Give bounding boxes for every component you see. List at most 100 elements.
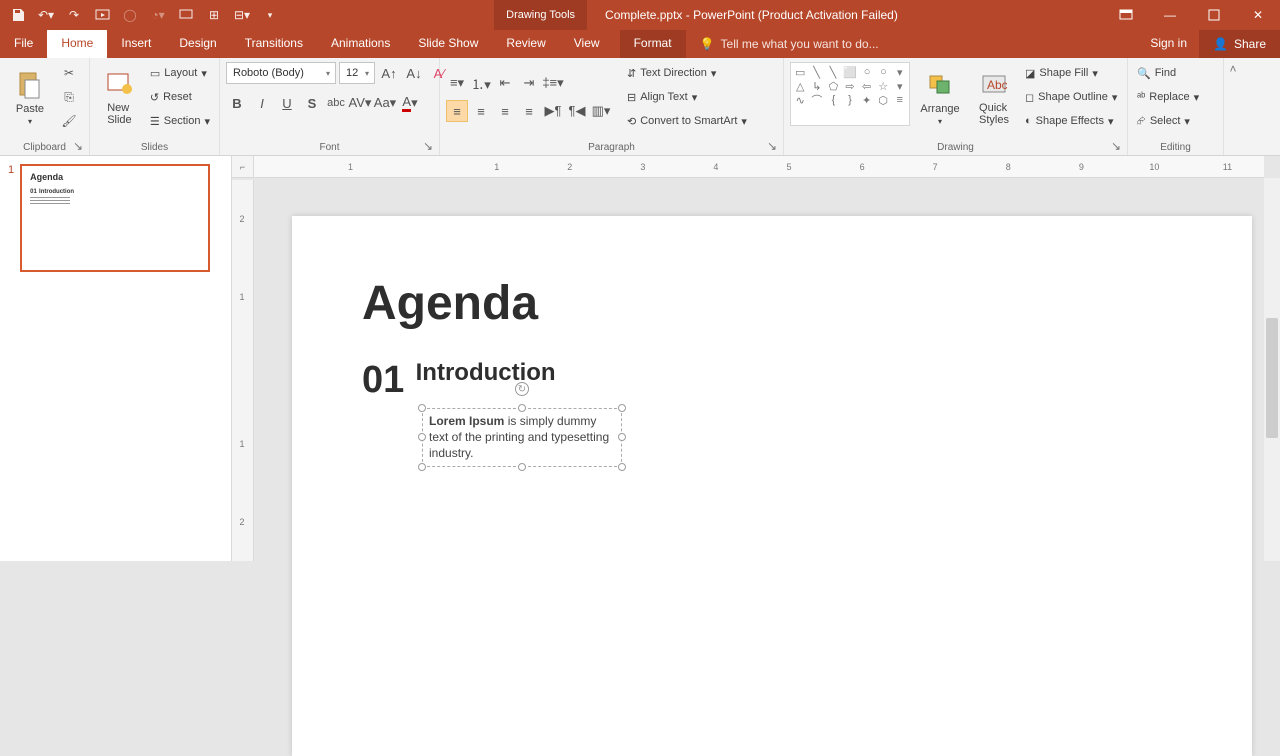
tab-design[interactable]: Design: [165, 30, 230, 58]
bullets-button[interactable]: ≡▾: [446, 72, 468, 94]
slide-canvas[interactable]: Agenda 01 Introduction ↻ Lorem Ipsum is …: [292, 216, 1252, 756]
tab-view[interactable]: View: [560, 30, 614, 58]
maximize-icon[interactable]: [1192, 0, 1236, 30]
close-icon[interactable]: ✕: [1236, 0, 1280, 30]
strikethrough-button[interactable]: abc: [326, 93, 346, 113]
shapes-gallery[interactable]: ▭╲╲⬜○○▾ △↳⬠⇨⇦☆▾ ∿⌒{}✦⬡≡: [790, 62, 910, 126]
columns-button[interactable]: ▥▾: [590, 100, 612, 122]
text-box-content[interactable]: Lorem Ipsum is simply dummy text of the …: [422, 408, 622, 467]
rotation-handle-icon[interactable]: ↻: [515, 382, 529, 396]
touch-mode-icon[interactable]: ◯: [118, 3, 142, 27]
resize-handle[interactable]: [618, 463, 626, 471]
tell-me-placeholder: Tell me what you want to do...: [721, 37, 879, 51]
numbering-button[interactable]: ⒈▾: [470, 72, 492, 94]
slide-title-text[interactable]: Agenda: [362, 276, 1182, 331]
line-spacing-button[interactable]: ‡≡▾: [542, 72, 564, 94]
dialog-launcher-icon[interactable]: ↘: [1111, 139, 1123, 151]
reset-button[interactable]: ↺ Reset: [147, 87, 195, 107]
ltr-button[interactable]: ▶¶: [542, 100, 564, 122]
qat-item-icon[interactable]: ⊞: [202, 3, 226, 27]
resize-handle[interactable]: [418, 433, 426, 441]
section-button[interactable]: ☰ Section▾: [147, 111, 213, 131]
tell-me-search[interactable]: 💡Tell me what you want to do...: [686, 30, 1139, 58]
sign-in-link[interactable]: Sign in: [1138, 30, 1199, 58]
horizontal-ruler: 1 12 34 56 78 910 11: [254, 156, 1264, 178]
font-color-button[interactable]: A▾: [399, 92, 421, 114]
tab-review[interactable]: Review: [492, 30, 559, 58]
resize-handle[interactable]: [418, 463, 426, 471]
select-button[interactable]: ⮳ Select▾: [1134, 111, 1193, 131]
qat-item-icon[interactable]: ◔▾: [146, 3, 170, 27]
dialog-launcher-icon[interactable]: ↘: [423, 139, 435, 151]
dialog-launcher-icon[interactable]: ↘: [767, 139, 779, 151]
qat-item-icon[interactable]: [174, 3, 198, 27]
group-slides: New Slide ▭ Layout▾ ↺ Reset ☰ Section▾ S…: [90, 58, 220, 155]
copy-icon[interactable]: ⎘: [58, 87, 80, 107]
rtl-button[interactable]: ¶◀: [566, 100, 588, 122]
bold-button[interactable]: B: [226, 92, 248, 114]
tab-format[interactable]: Format: [620, 30, 686, 58]
character-spacing-button[interactable]: AV▾: [349, 92, 371, 114]
text-direction-button[interactable]: ⇵ Text Direction▾: [624, 63, 719, 83]
tab-animations[interactable]: Animations: [317, 30, 404, 58]
layout-button[interactable]: ▭ Layout▾: [147, 63, 210, 83]
slide-thumbnail[interactable]: 1 Agenda 01 Introduction: [8, 164, 223, 272]
tab-home[interactable]: Home: [47, 30, 107, 58]
align-left-button[interactable]: ≡: [446, 100, 468, 122]
quick-styles-button[interactable]: Abc Quick Styles: [970, 62, 1018, 132]
vertical-scrollbar[interactable]: [1264, 178, 1280, 561]
font-size-select[interactable]: 12: [339, 62, 375, 84]
ribbon-display-options-icon[interactable]: [1104, 0, 1148, 30]
increase-indent-button[interactable]: ⇥: [518, 72, 540, 94]
dialog-launcher-icon[interactable]: ↘: [73, 139, 85, 151]
shape-outline-button[interactable]: ◻ Shape Outline▾: [1022, 87, 1120, 107]
start-from-beginning-icon[interactable]: [90, 3, 114, 27]
align-text-button[interactable]: ⊟ Align Text▾: [624, 87, 700, 107]
arrange-button[interactable]: Arrange▾: [914, 62, 966, 132]
tab-slideshow[interactable]: Slide Show: [404, 30, 492, 58]
slide-number-text[interactable]: 01: [362, 359, 404, 402]
qat-item-icon[interactable]: ⊟▾: [230, 3, 254, 27]
cut-icon[interactable]: ✂: [58, 63, 80, 83]
scrollbar-thumb[interactable]: [1266, 318, 1278, 438]
tab-file[interactable]: File: [0, 30, 47, 58]
resize-handle[interactable]: [618, 404, 626, 412]
convert-smartart-button[interactable]: ⟲ Convert to SmartArt▾: [624, 111, 750, 131]
change-case-button[interactable]: Aa▾: [374, 92, 396, 114]
increase-font-icon[interactable]: A↑: [378, 62, 400, 84]
resize-handle[interactable]: [518, 463, 526, 471]
resize-handle[interactable]: [518, 404, 526, 412]
collapse-ribbon-icon[interactable]: ˄: [1224, 58, 1242, 155]
customize-qat-icon[interactable]: ▾: [258, 3, 282, 27]
redo-icon[interactable]: ↷: [62, 3, 86, 27]
replace-button[interactable]: ᵃᵇ Replace ▾: [1134, 87, 1202, 107]
align-right-button[interactable]: ≡: [494, 100, 516, 122]
tab-insert[interactable]: Insert: [107, 30, 165, 58]
share-button[interactable]: 👤Share: [1199, 30, 1280, 58]
find-button[interactable]: 🔍 Find: [1134, 63, 1179, 83]
underline-button[interactable]: U: [276, 92, 298, 114]
shape-fill-button[interactable]: ◪ Shape Fill▾: [1022, 63, 1101, 83]
justify-button[interactable]: ≡: [518, 100, 540, 122]
text-shadow-button[interactable]: S: [301, 92, 323, 114]
undo-icon[interactable]: ↶▾: [34, 3, 58, 27]
minimize-icon[interactable]: —: [1148, 0, 1192, 30]
thumb-title: Agenda: [30, 172, 200, 182]
decrease-indent-button[interactable]: ⇤: [494, 72, 516, 94]
align-center-button[interactable]: ≡: [470, 100, 492, 122]
decrease-font-icon[interactable]: A↓: [403, 62, 425, 84]
slide-thumbnail-preview[interactable]: Agenda 01 Introduction: [20, 164, 210, 272]
paste-button[interactable]: Paste▾: [6, 62, 54, 132]
tab-transitions[interactable]: Transitions: [231, 30, 317, 58]
save-icon[interactable]: [6, 3, 30, 27]
group-editing: 🔍 Find ᵃᵇ Replace ▾ ⮳ Select▾ Editing: [1128, 58, 1224, 155]
italic-button[interactable]: I: [251, 92, 273, 114]
font-family-select[interactable]: Roboto (Body): [226, 62, 336, 84]
format-painter-icon[interactable]: 🖌: [58, 111, 80, 131]
selected-text-box[interactable]: ↻ Lorem Ipsum is simply dummy text of th…: [422, 408, 622, 467]
slide-heading-text[interactable]: Introduction: [416, 359, 556, 387]
resize-handle[interactable]: [618, 433, 626, 441]
shape-effects-button[interactable]: ◐ Shape Effects▾: [1022, 111, 1116, 131]
new-slide-button[interactable]: New Slide: [96, 62, 143, 132]
resize-handle[interactable]: [418, 404, 426, 412]
